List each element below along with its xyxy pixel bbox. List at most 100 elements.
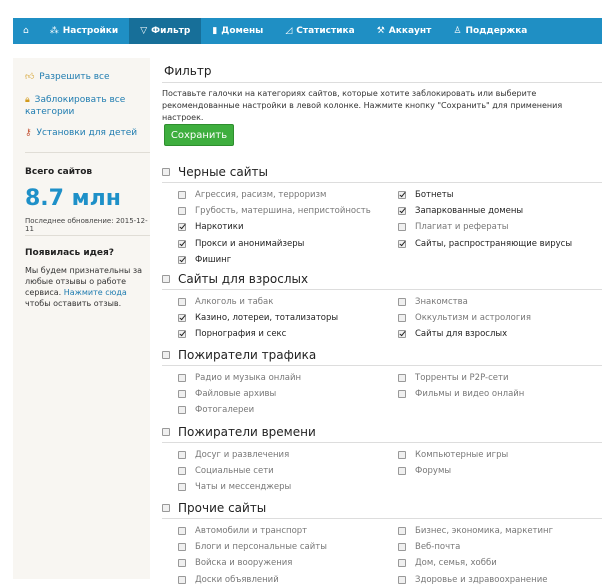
category-item[interactable]: Веб-почта	[398, 539, 460, 555]
category-checkbox[interactable]	[178, 527, 186, 535]
category-checkbox[interactable]	[398, 451, 406, 459]
group-divider	[162, 518, 602, 519]
page-title: Фильтр	[164, 64, 212, 78]
category-label: Знакомства	[415, 297, 468, 307]
category-item[interactable]: Сайты, распространяющие вирусы	[398, 236, 572, 252]
category-label: Фильмы и видео онлайн	[415, 389, 525, 400]
category-item[interactable]: Файловые архивы	[178, 386, 276, 402]
category-label: Ботнеты	[415, 190, 454, 200]
category-item[interactable]: Фишинг	[178, 252, 231, 268]
category-item[interactable]: Знакомства	[398, 294, 468, 310]
category-checkbox[interactable]	[398, 559, 406, 568]
category-item[interactable]: Автомобили и транспорт	[178, 523, 307, 539]
nav-filter[interactable]: ▽ Фильтр	[129, 18, 202, 44]
category-checkbox[interactable]	[178, 451, 186, 459]
category-checkbox[interactable]	[398, 207, 406, 216]
category-checkbox[interactable]	[178, 483, 186, 492]
block-all-link[interactable]: 🔒︎ Заблокировать все категории	[25, 94, 143, 118]
category-checkbox[interactable]	[178, 330, 186, 339]
category-checkbox[interactable]	[178, 298, 186, 306]
category-item[interactable]: Дом, семья, хобби	[398, 555, 497, 571]
category-checkbox[interactable]	[178, 223, 186, 232]
category-group-header: Черные сайты	[162, 163, 602, 183]
category-item[interactable]: Чаты и мессенджеры	[178, 479, 291, 495]
category-item[interactable]: Сайты для взрослых	[398, 326, 507, 342]
nav-domains[interactable]: ▮ Домены	[201, 18, 274, 44]
save-button[interactable]: Сохранить	[164, 124, 234, 146]
category-item[interactable]: Плагиат и рефераты	[398, 219, 509, 235]
category-item[interactable]: Алкоголь и табак	[178, 294, 273, 310]
category-checkbox[interactable]	[178, 207, 186, 216]
category-item[interactable]: Оккультизм и астрология	[398, 310, 531, 326]
main-content: Фильтр Поставьте галочки на категориях с…	[150, 58, 602, 585]
group-select-checkbox[interactable]	[162, 351, 170, 359]
category-checkbox[interactable]	[398, 374, 406, 382]
category-item[interactable]: Блоги и персональные сайты	[178, 539, 327, 555]
category-checkbox[interactable]	[178, 255, 186, 264]
category-item[interactable]: Порнография и секс	[178, 326, 286, 342]
category-item[interactable]: Войска и вооружения	[178, 555, 292, 571]
group-select-checkbox[interactable]	[162, 275, 170, 283]
category-item[interactable]: Казино, лотереи, тотализаторы	[178, 310, 338, 326]
nav-support[interactable]: ♙ Поддержка	[442, 18, 538, 44]
category-item[interactable]: Форумы	[398, 463, 451, 479]
category-checkbox[interactable]	[178, 543, 186, 552]
category-checkbox[interactable]	[398, 575, 406, 584]
allow-all-link[interactable]: 👍︎ Разрешить все	[25, 71, 110, 83]
idea-title: Появилась идея?	[25, 248, 114, 258]
category-checkbox[interactable]	[398, 390, 406, 399]
category-checkbox[interactable]	[398, 191, 406, 199]
category-checkbox[interactable]	[398, 543, 406, 552]
category-item[interactable]: Прокси и анонимайзеры	[178, 236, 304, 252]
total-sites-label: Всего сайтов	[25, 167, 93, 177]
category-item[interactable]: Радио и музыка онлайн	[178, 370, 301, 386]
category-checkbox[interactable]	[398, 527, 406, 535]
category-checkbox[interactable]	[398, 330, 406, 339]
category-item[interactable]: Бизнес, экономика, маркетинг	[398, 523, 553, 539]
category-checkbox[interactable]	[178, 314, 186, 323]
category-item[interactable]: Агрессия, расизм, терроризм	[178, 187, 326, 203]
nav-stats[interactable]: ◿ Статистика	[274, 18, 365, 44]
category-item[interactable]: Наркотики	[178, 219, 243, 235]
category-checkbox[interactable]	[178, 559, 186, 568]
category-checkbox[interactable]	[398, 314, 406, 323]
category-item[interactable]: Компьютерные игры	[398, 447, 508, 463]
group-select-checkbox[interactable]	[162, 504, 170, 512]
category-item[interactable]: Запаркованные домены	[398, 203, 523, 219]
category-checkbox[interactable]	[398, 223, 406, 232]
settings-icon: ⁂	[49, 26, 59, 36]
category-item[interactable]: Досуг и развлечения	[178, 447, 289, 463]
category-checkbox[interactable]	[398, 239, 406, 248]
category-item[interactable]: Грубость, матершина, непристойность	[178, 203, 371, 219]
category-checkbox[interactable]	[398, 467, 406, 476]
category-checkbox[interactable]	[398, 298, 406, 306]
category-item[interactable]: Доски объявлений	[178, 572, 279, 588]
category-item[interactable]: Ботнеты	[398, 187, 453, 203]
category-label: Бизнес, экономика, маркетинг	[415, 526, 554, 536]
kids-settings-link[interactable]: ⚷ Установки для детей	[25, 127, 137, 139]
category-checkbox[interactable]	[178, 239, 186, 248]
category-checkbox[interactable]	[178, 191, 186, 199]
category-item[interactable]: Фотогалереи	[178, 402, 254, 418]
nav-account[interactable]: ⚒ Аккаунт	[366, 18, 443, 44]
category-item[interactable]: Здоровье и здравоохранение	[398, 572, 547, 588]
feedback-link[interactable]: Нажмите сюда	[64, 288, 127, 297]
group-select-checkbox[interactable]	[162, 428, 170, 436]
nav-home[interactable]: ⌂	[13, 18, 39, 44]
category-group-title: Прочие сайты	[178, 501, 267, 515]
category-checkbox[interactable]	[178, 374, 186, 382]
category-checkbox[interactable]	[178, 467, 186, 476]
category-item[interactable]: Фильмы и видео онлайн	[398, 386, 524, 402]
category-group-header: Пожиратели времени	[162, 423, 602, 443]
support-icon: ♙	[453, 26, 462, 36]
category-checkbox[interactable]	[178, 575, 186, 584]
category-item[interactable]: Социальные сети	[178, 463, 274, 479]
group-select-checkbox[interactable]	[162, 168, 170, 176]
home-icon: ⌂	[23, 26, 29, 36]
category-checkbox[interactable]	[178, 390, 186, 399]
nav-settings[interactable]: ⁂ Настройки	[39, 18, 130, 44]
category-item[interactable]: Торренты и P2P-сети	[398, 370, 508, 386]
category-checkbox[interactable]	[178, 406, 186, 415]
sidebar-divider	[25, 235, 150, 236]
category-label: Оккультизм и астрология	[415, 313, 531, 324]
